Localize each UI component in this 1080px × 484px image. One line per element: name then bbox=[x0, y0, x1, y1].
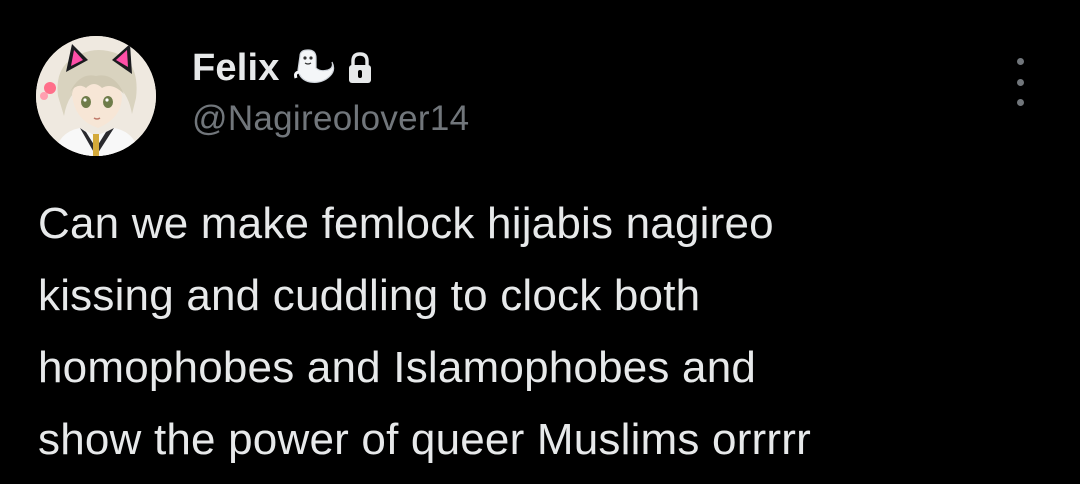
more-vertical-icon-dot bbox=[1016, 99, 1024, 106]
tweet-card[interactable]: Felix @Nagireolover14 Can we make femloc… bbox=[0, 0, 1080, 484]
avatar-image bbox=[36, 36, 156, 156]
tweet-text-line: homophobes and Islamophobes and bbox=[38, 343, 757, 392]
tweet-text-line: show the power of queer Muslims orrrrr bbox=[38, 415, 811, 464]
display-name[interactable]: Felix bbox=[192, 47, 280, 90]
ghost-seal-icon bbox=[290, 48, 336, 88]
avatar[interactable] bbox=[36, 36, 156, 156]
more-vertical-icon-dot bbox=[1016, 78, 1024, 86]
tweet-text-line: Can we make femlock hijabis nagireo bbox=[38, 199, 774, 248]
author-handle[interactable]: @Nagireolover14 bbox=[192, 99, 469, 139]
author-name-row: Felix bbox=[192, 44, 374, 92]
tweet-text: Can we make femlock hijabis nagireo kiss… bbox=[38, 188, 1048, 476]
more-options-button[interactable] bbox=[1006, 58, 1034, 106]
tweet-text-line: kissing and cuddling to clock both bbox=[38, 271, 701, 320]
lock-icon bbox=[346, 51, 374, 85]
more-vertical-icon bbox=[1016, 58, 1024, 65]
